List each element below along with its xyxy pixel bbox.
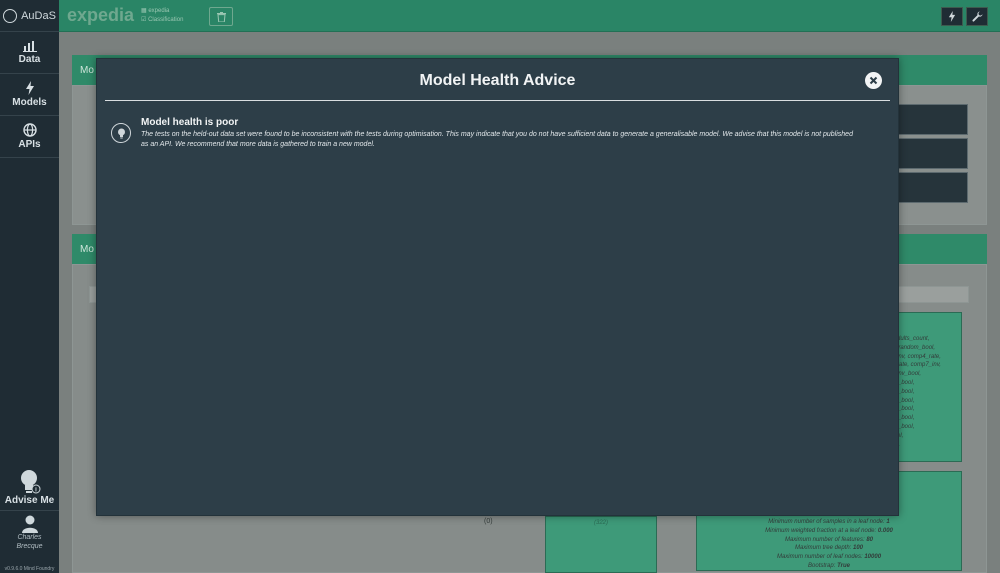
wrench-icon <box>971 11 983 22</box>
modal-title: Model Health Advice <box>419 72 576 89</box>
model-panel-title: Mo <box>80 65 94 76</box>
user-icon <box>21 515 38 533</box>
user-profile[interactable]: Charles Brecque <box>0 513 59 561</box>
param-label: Maximum tree depth: <box>794 545 852 552</box>
param-row: Maximum number of leaf nodes: 10000 <box>697 553 961 562</box>
delete-button[interactable] <box>209 7 233 26</box>
lightning-icon <box>948 11 956 22</box>
lightning-icon <box>25 81 34 95</box>
trash-icon <box>216 11 226 22</box>
sidebar-item-label: Data <box>18 54 41 65</box>
user-name: Charles Brecque <box>16 534 43 550</box>
close-button[interactable] <box>865 72 882 89</box>
model-action-button-1[interactable] <box>897 104 968 135</box>
param-value: 0.000 <box>877 527 893 534</box>
modal-divider <box>105 100 890 101</box>
param-value: 10000 <box>864 554 882 561</box>
advise-me-label: Advise Me <box>4 495 55 506</box>
quick-action-button[interactable] <box>941 7 963 26</box>
brand-name: AuDaS <box>21 9 56 22</box>
lightbulb-icon <box>111 123 131 143</box>
classification-icon: ☑ <box>141 17 147 23</box>
model-health-modal: Model Health Advice Model health is poor… <box>96 58 899 516</box>
bar-chart-icon <box>22 41 37 52</box>
param-row: Minimum weighted fraction at a leaf node… <box>697 527 961 536</box>
param-value: 100 <box>853 545 864 552</box>
param-label: Minimum weighted fraction at a leaf node… <box>765 527 877 534</box>
parameters-list: Minimum number of samples in a leaf node… <box>697 518 961 571</box>
version-label: v0.9.6.0 Mind Foundry <box>4 566 55 572</box>
settings-button[interactable] <box>966 7 988 26</box>
zero-label: (0) <box>484 518 493 525</box>
globe-icon <box>22 123 37 137</box>
sidebar-item-apis[interactable]: APIs <box>0 116 59 158</box>
topbar: expedia ▦ expedia ☑ Classification <box>59 0 1000 32</box>
sidebar-item-data[interactable]: Data <box>0 32 59 74</box>
close-icon <box>869 76 878 85</box>
lightbulb-icon: i <box>20 470 40 494</box>
param-row: Bootstrap: True <box>697 562 961 571</box>
advice-body: The tests on the held-out data set were … <box>141 131 853 148</box>
model-action-button-3[interactable] <box>897 172 968 203</box>
param-value: 80 <box>866 536 874 543</box>
result-bar: (322) <box>545 516 657 573</box>
param-value: True <box>837 562 850 569</box>
dataset-name: expedia <box>148 8 170 14</box>
param-label: Bootstrap: <box>808 562 836 569</box>
result-count: (322) <box>593 520 608 526</box>
param-row: Maximum number of features: 80 <box>697 536 961 545</box>
brain-icon <box>3 8 18 23</box>
param-value: 1 <box>886 519 890 525</box>
advise-me-button[interactable]: i Advise Me <box>0 463 59 511</box>
dataset-icon: ▦ <box>141 8 147 14</box>
param-row: Maximum tree depth: 100 <box>697 544 961 553</box>
problem-type: Classification <box>148 17 184 23</box>
sidebar: AuDaS Data Models APIs i Advise Me Charl… <box>0 0 59 573</box>
param-row: Minimum number of samples in a leaf node… <box>697 518 961 527</box>
param-label: Maximum number of features: <box>784 536 865 543</box>
model-detail-title: Mo <box>80 244 94 255</box>
advice-title: Model health is poor <box>141 117 239 128</box>
sidebar-item-models[interactable]: Models <box>0 74 59 116</box>
brand-logo[interactable]: AuDaS <box>0 0 59 32</box>
sidebar-item-label: Models <box>12 97 47 108</box>
dataset-meta: ▦ expedia ☑ Classification <box>141 7 183 25</box>
param-label: Minimum number of samples in a leaf node… <box>768 519 885 525</box>
sidebar-item-label: APIs <box>18 139 41 150</box>
dataset-title: expedia <box>67 5 135 25</box>
model-action-button-2[interactable] <box>897 138 968 169</box>
param-label: Maximum number of leaf nodes: <box>776 554 863 561</box>
